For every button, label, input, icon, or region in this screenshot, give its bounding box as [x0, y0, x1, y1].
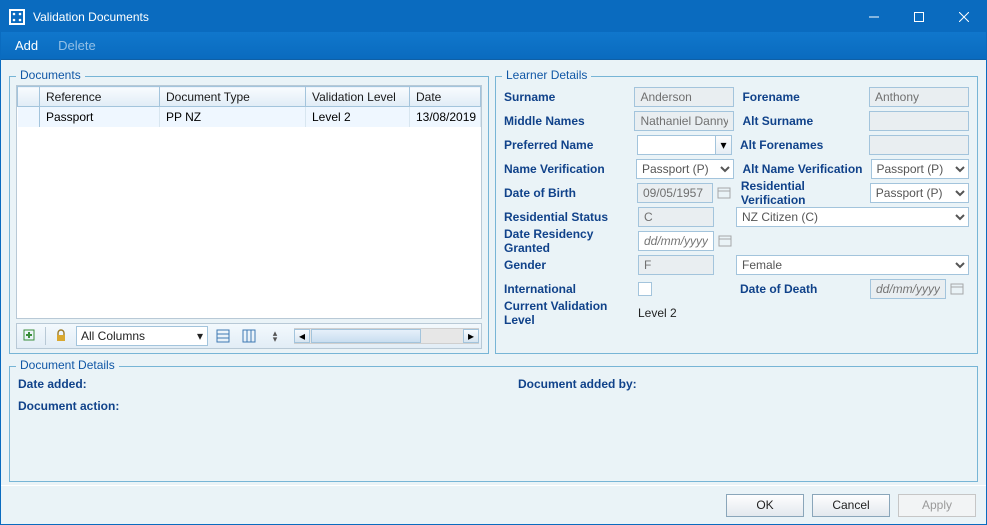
resgrant-field[interactable] [638, 231, 714, 251]
learner-legend: Learner Details [502, 68, 591, 82]
documents-legend: Documents [16, 68, 85, 82]
lbl-altsurname: Alt Surname [734, 114, 869, 128]
lbl-date-added: Date added: [18, 377, 518, 399]
details-legend: Document Details [16, 358, 119, 372]
lbl-resver: Residential Verification [733, 179, 870, 207]
add-row-icon[interactable] [19, 326, 41, 346]
col-selector[interactable] [18, 87, 40, 107]
content-area: Documents Reference Document Type Valida… [1, 60, 986, 485]
options-icon[interactable]: ▴▾ [264, 326, 286, 346]
chevron-down-icon: ▾ [197, 329, 203, 343]
col-doctype[interactable]: Document Type [160, 87, 306, 107]
surname-field [634, 87, 734, 107]
namever-select[interactable]: Passport (P) [636, 159, 735, 179]
lbl-doc-action: Document action: [18, 399, 518, 421]
table-row[interactable]: Passport PP NZ Level 2 13/08/2019 [18, 107, 481, 127]
app-icon [9, 9, 25, 25]
menubar: Add Delete [1, 32, 986, 60]
resstat-code-field [638, 207, 714, 227]
menu-delete: Delete [48, 35, 106, 56]
lbl-surname: Surname [504, 90, 634, 104]
lock-icon[interactable] [50, 326, 72, 346]
scroll-thumb[interactable] [311, 329, 421, 343]
lbl-resgrant: Date Residency Granted [504, 227, 638, 255]
col-date[interactable]: Date [410, 87, 481, 107]
forename-field [869, 87, 969, 107]
scroll-left-icon[interactable]: ◂ [294, 329, 310, 343]
curval-value: Level 2 [638, 306, 677, 320]
documents-group: Documents Reference Document Type Valida… [9, 76, 489, 354]
altnamever-select[interactable]: Passport (P) [871, 159, 970, 179]
lbl-namever: Name Verification [504, 162, 636, 176]
minimize-button[interactable] [851, 1, 896, 32]
documents-table[interactable]: Reference Document Type Validation Level… [16, 85, 482, 319]
middle-field [634, 111, 734, 131]
learner-details-group: Learner Details Surname Forename Middle … [495, 76, 978, 354]
cell-level: Level 2 [306, 107, 410, 127]
lbl-intl: International [504, 282, 638, 296]
lbl-dob: Date of Birth [504, 186, 637, 200]
calendar-icon[interactable] [716, 231, 734, 251]
cell-date: 13/08/2019 [410, 107, 481, 127]
lbl-middle: Middle Names [504, 114, 634, 128]
altfore-field [869, 135, 969, 155]
col-level[interactable]: Validation Level [306, 87, 410, 107]
lbl-gender: Gender [504, 258, 638, 272]
lbl-added-by: Document added by: [518, 377, 637, 399]
titlebar: Validation Documents [1, 1, 986, 32]
lbl-dod: Date of Death [732, 282, 870, 296]
resstat-select[interactable]: NZ Citizen (C) [736, 207, 969, 227]
chevron-down-icon: ▾ [720, 138, 726, 152]
footer: OK Cancel Apply [1, 486, 986, 524]
calendar-icon[interactable] [715, 183, 733, 203]
grid-icon-2[interactable] [238, 326, 260, 346]
gender-code-field [638, 255, 714, 275]
lbl-altnamever: Alt Name Verification [734, 162, 870, 176]
cell-doctype: PP NZ [160, 107, 306, 127]
cancel-button[interactable]: Cancel [812, 494, 890, 517]
documents-toolbar: All Columns ▾ ▴▾ ◂ ▸ [16, 323, 482, 349]
menu-add[interactable]: Add [5, 35, 48, 56]
resver-select[interactable]: Passport (P) [870, 183, 969, 203]
calendar-icon[interactable] [948, 279, 966, 299]
dob-field [637, 183, 713, 203]
altsurname-field [869, 111, 969, 131]
scroll-right-icon[interactable]: ▸ [463, 329, 479, 343]
cell-reference: Passport [40, 107, 160, 127]
lbl-pref: Preferred Name [504, 138, 637, 152]
window-title: Validation Documents [33, 10, 851, 24]
ok-button[interactable]: OK [726, 494, 804, 517]
dod-field [870, 279, 946, 299]
document-details-group: Document Details Date added: Document ad… [9, 366, 978, 482]
lbl-forename: Forename [734, 90, 869, 104]
intl-checkbox[interactable] [638, 282, 652, 296]
pref-field[interactable] [637, 135, 716, 155]
lbl-curval: Current Validation Level [504, 299, 638, 327]
apply-button: Apply [898, 494, 976, 517]
maximize-button[interactable] [896, 1, 941, 32]
close-button[interactable] [941, 1, 986, 32]
gender-select[interactable]: Female [736, 255, 969, 275]
lbl-altfore: Alt Forenames [732, 138, 869, 152]
grid-icon-1[interactable] [212, 326, 234, 346]
lbl-resstat: Residential Status [504, 210, 638, 224]
col-reference[interactable]: Reference [40, 87, 160, 107]
hscrollbar[interactable]: ◂ ▸ [294, 328, 479, 344]
column-selector[interactable]: All Columns ▾ [76, 326, 208, 346]
pref-dropdown-button[interactable]: ▾ [715, 135, 732, 155]
